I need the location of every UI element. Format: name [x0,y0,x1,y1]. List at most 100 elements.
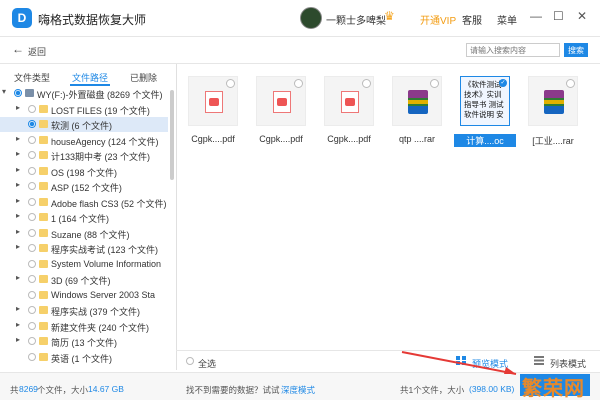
expand-icon[interactable]: ▸ [16,196,24,205]
deep-scan-link[interactable]: 深度模式 [281,384,315,396]
tree-item[interactable]: ▸ Adobe flash CS3 (52 个文件) [0,195,168,210]
username[interactable]: 一颗士多啤梨 [326,12,386,27]
tree-item-checkbox[interactable] [28,259,36,268]
tree-item[interactable]: ▸ 1 (164 个文件) [0,210,168,225]
tree-item-checkbox[interactable] [28,166,36,175]
tree-item[interactable]: 软测 (6 个文件) [0,117,168,132]
vip-link[interactable]: 开通VIP [420,12,456,27]
tree-item[interactable]: ▸ 简历 (13 个文件) [0,334,168,349]
expand-icon[interactable]: ▸ [16,242,24,251]
tree-item[interactable]: ▸ houseAgency (124 个文件) [0,133,168,148]
tree-item-checkbox[interactable] [28,135,36,144]
file-item[interactable]: Cgpk....pdf [318,72,380,154]
tree-item-label: ASP (152 个文件) [51,183,122,193]
maximize-button[interactable]: ☐ [553,9,564,23]
back-arrow-icon[interactable]: ← [12,42,24,56]
tree-item[interactable]: ▸ ASP (152 个文件) [0,179,168,194]
tree-item-checkbox[interactable] [28,228,36,237]
tree-item-checkbox[interactable] [28,321,36,330]
tree-item[interactable]: ▸ 计133期中考 (23 个文件) [0,148,168,163]
file-item[interactable]: qtp ....rar [386,72,448,154]
expand-icon[interactable]: ▸ [16,304,24,313]
tree-item[interactable]: ▸ 3D (69 个文件) [0,272,168,287]
file-checkbox[interactable] [362,79,371,88]
file-checkbox[interactable] [294,79,303,88]
file-checkbox[interactable] [430,79,439,88]
tree-item[interactable]: ▸ 新建文件夹 (240 个文件) [0,319,168,334]
tree-item-checkbox[interactable] [28,290,36,299]
tree-item[interactable]: ▸ 程序实战考试 (123 个文件) [0,241,168,256]
file-thumbnail[interactable] [324,76,374,126]
watermark-logo: 繁荣网 [522,378,585,400]
file-thumbnail[interactable] [256,76,306,126]
expand-icon[interactable]: ▸ [16,180,24,189]
search-input[interactable] [466,43,560,57]
avatar[interactable] [300,7,322,29]
file-checkbox[interactable] [566,79,575,88]
tree-item-checkbox[interactable] [28,182,36,190]
file-thumbnail[interactable]: 《软件测试技术》实训指导书 测试软件说明 安 ✓ [460,76,510,126]
tree-item[interactable]: ▸ LOST FILES (19 个文件) [0,102,168,117]
selected-info: 共1个文件，大小 [400,385,465,395]
expand-icon[interactable]: ▸ [16,149,24,158]
file-thumbnail[interactable] [392,76,442,126]
expand-icon[interactable]: ▸ [16,227,24,236]
select-all-radio[interactable] [186,357,194,365]
tree-item-checkbox[interactable] [28,120,36,128]
tree-item-checkbox[interactable] [14,89,22,97]
expand-icon[interactable]: ▸ [16,165,24,174]
tree-item-checkbox[interactable] [28,151,36,159]
file-item[interactable]: Cgpk....pdf [250,72,312,154]
folder-icon [39,290,48,299]
tree-item-checkbox[interactable] [28,275,36,283]
expand-icon[interactable]: ▾ [2,87,10,96]
tree-item-checkbox[interactable] [28,306,36,314]
tree-item-checkbox[interactable] [28,197,36,206]
expand-icon[interactable]: ▸ [16,211,24,220]
list-mode-button[interactable]: 列表模式 [550,357,586,370]
folder-icon [39,337,48,345]
minimize-button[interactable]: — [530,9,542,23]
file-checkbox[interactable] [226,79,235,88]
select-all-label[interactable]: 全选 [198,357,216,370]
expand-icon[interactable]: ▸ [16,335,24,344]
tree-item-checkbox[interactable] [28,104,36,113]
tree-item[interactable]: 英语 (1 个文件) [0,350,168,365]
file-thumbnail[interactable] [528,76,578,126]
tree-item[interactable]: Windows Server 2003 Sta [0,288,168,303]
tree-scrollbar[interactable] [170,90,174,180]
expand-icon[interactable]: ▸ [16,273,24,282]
tree-item[interactable]: ▸ 程序实战 (379 个文件) [0,303,168,318]
tree-item[interactable]: ▸ Suzane (88 个文件) [0,226,168,241]
tab-deleted[interactable]: 已删除 [130,71,157,84]
file-thumbnail[interactable] [188,76,238,126]
tree-item-checkbox[interactable] [28,213,36,221]
tree-item[interactable]: ▸ OS (198 个文件) [0,164,168,179]
menu-link[interactable]: 菜单 [497,12,517,27]
service-link[interactable]: 客服 [462,12,482,27]
tree-item-checkbox[interactable] [28,244,36,252]
file-item[interactable]: 《软件测试技术》实训指导书 测试软件说明 安 ✓ 计算....oc [454,72,516,154]
folder-icon [39,306,48,314]
folder-icon [39,275,48,283]
back-button[interactable]: 返回 [28,45,46,58]
folder-icon [39,352,48,361]
expand-icon[interactable]: ▸ [16,320,24,329]
tab-file-path[interactable]: 文件路径 [72,71,108,84]
tree-item-checkbox[interactable] [28,352,36,361]
list-view-icon[interactable] [534,356,544,365]
tree-item[interactable]: System Volume Information [0,257,168,272]
tree-item-label: LOST FILES (19 个文件) [51,105,150,116]
checked-icon[interactable]: ✓ [499,79,507,87]
close-button[interactable]: ✕ [577,9,587,23]
search-button[interactable]: 搜索 [564,43,588,57]
file-item[interactable]: Cgpk....pdf [182,72,244,154]
file-item[interactable]: [工业....rar [522,72,584,154]
expand-icon[interactable]: ▸ [16,134,24,143]
file-name: Cgpk....pdf [191,134,235,144]
tree-item[interactable]: ▾ WY(F:)-外置磁盘 (8269 个文件) [0,86,168,101]
tree-item-checkbox[interactable] [28,337,36,345]
tab-file-type[interactable]: 文件类型 [14,71,50,84]
total-count: 8269 [19,384,38,394]
expand-icon[interactable]: ▸ [16,103,24,112]
